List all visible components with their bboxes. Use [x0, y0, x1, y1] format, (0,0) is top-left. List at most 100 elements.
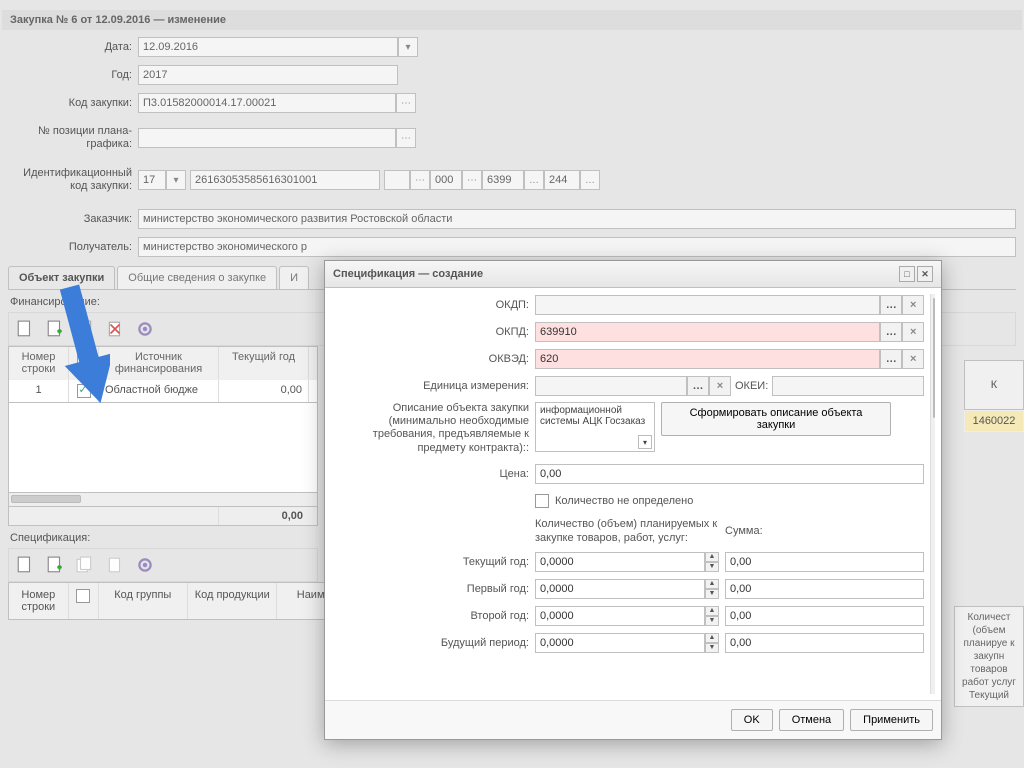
ellipsis-icon[interactable]: …	[880, 322, 902, 342]
spin-down-icon[interactable]: ▼	[705, 616, 719, 626]
add-icon[interactable]	[43, 553, 67, 577]
cell-current-year: 0,00	[219, 380, 309, 402]
settings-icon[interactable]	[133, 553, 157, 577]
input-ident4[interactable]	[482, 170, 524, 190]
label-year1: Первый год:	[325, 583, 535, 595]
cancel-button[interactable]: Отмена	[779, 709, 844, 731]
modal-title-bar[interactable]: Спецификация — создание □ ✕	[325, 261, 941, 288]
input-unit[interactable]	[535, 376, 687, 396]
input-okdp[interactable]	[535, 295, 880, 315]
settings-icon[interactable]	[133, 317, 157, 341]
spin-down-icon[interactable]: ▼	[705, 643, 719, 653]
ellipsis-icon[interactable]: …	[880, 295, 902, 315]
grid-header-source: Источник финансирования	[99, 347, 219, 379]
label-okei: ОКЕИ:	[731, 380, 772, 392]
ellipsis-icon[interactable]: …	[524, 170, 544, 190]
lookup-icon[interactable]: ⋯	[410, 170, 430, 190]
clear-icon[interactable]: ×	[902, 349, 924, 369]
input-ident3[interactable]	[430, 170, 462, 190]
ellipsis-icon[interactable]: …	[580, 170, 600, 190]
label-qty-planned: Количество (объем) планируемых к закупке…	[535, 517, 725, 546]
spin-up-icon[interactable]: ▲	[705, 552, 719, 562]
label-future: Будущий период:	[325, 637, 535, 649]
apply-button[interactable]: Применить	[850, 709, 933, 731]
input-ident5[interactable]	[544, 170, 580, 190]
dropdown-icon[interactable]: ▾	[166, 170, 186, 190]
spin-down-icon[interactable]: ▼	[705, 562, 719, 572]
tab-other[interactable]: И	[279, 266, 309, 289]
form-description-button[interactable]: Сформировать описание объекта закупки	[661, 402, 891, 436]
tab-general[interactable]: Общие сведения о закупке	[117, 266, 277, 289]
spin-down-icon[interactable]: ▼	[705, 589, 719, 599]
modal-footer: OK Отмена Применить	[325, 700, 941, 739]
specification-modal: Спецификация — создание □ ✕ ОКДП: … × ОК…	[324, 260, 942, 740]
lookup-icon[interactable]: ⋯	[396, 128, 416, 148]
label-purchase-code: Код закупки:	[8, 97, 138, 109]
spec-header-row-number: Номер строки	[9, 583, 69, 619]
label-qty-undefined: Количество не определено	[549, 495, 693, 507]
input-okpd[interactable]	[535, 322, 880, 342]
input-y1-sum[interactable]	[725, 579, 924, 599]
right-grid-slice: К 1460022	[964, 360, 1024, 432]
spin-up-icon[interactable]: ▲	[705, 606, 719, 616]
spin-up-icon[interactable]: ▲	[705, 633, 719, 643]
input-plan-position[interactable]	[138, 128, 396, 148]
spec-header-check	[69, 583, 99, 619]
label-okdp: ОКДП:	[325, 299, 535, 311]
window-title: Закупка № 6 от 12.09.2016 — изменение	[2, 10, 1022, 30]
input-price[interactable]	[535, 464, 924, 484]
clear-icon[interactable]: ×	[902, 322, 924, 342]
label-date: Дата:	[8, 41, 138, 53]
label-ident-code: Идентификационный код закупки:	[8, 167, 138, 193]
qty-undefined-checkbox[interactable]	[535, 494, 549, 508]
annotation-arrow	[30, 280, 110, 410]
dropdown-icon[interactable]: ▾	[638, 435, 652, 449]
date-picker-icon[interactable]: ▾	[398, 37, 418, 57]
copy-icon[interactable]	[73, 553, 97, 577]
input-okved[interactable]	[535, 349, 880, 369]
description-select[interactable]: информационной системы АЦК Госзаказ ▾	[535, 402, 655, 452]
input-y1-qty[interactable]	[535, 579, 705, 599]
input-date[interactable]	[138, 37, 398, 57]
modal-scrollbar[interactable]	[930, 294, 935, 694]
input-recipient[interactable]	[138, 237, 1016, 257]
ok-button[interactable]: OK	[731, 709, 773, 731]
label-price: Цена:	[325, 468, 535, 480]
input-ident2[interactable]	[190, 170, 380, 190]
label-recipient: Получатель:	[8, 241, 138, 253]
new-icon[interactable]	[13, 553, 37, 577]
label-description: Описание объекта закупки (минимально нео…	[325, 402, 535, 455]
input-okei[interactable]	[772, 376, 924, 396]
ellipsis-icon[interactable]: …	[687, 376, 709, 396]
input-cur-qty[interactable]	[535, 552, 705, 572]
input-ident-blank[interactable]	[384, 170, 410, 190]
spec-grid-header: Номер строки Код группы Код продукции На…	[8, 582, 358, 620]
input-year[interactable]	[138, 65, 398, 85]
modal-title-text: Спецификация — создание	[333, 268, 483, 280]
label-unit: Единица измерения:	[325, 380, 535, 392]
delete-icon[interactable]	[103, 553, 127, 577]
ellipsis-icon[interactable]: …	[880, 349, 902, 369]
spin-up-icon[interactable]: ▲	[705, 579, 719, 589]
grid-scrollbar[interactable]	[8, 493, 318, 507]
input-customer[interactable]	[138, 209, 1016, 229]
input-future-qty[interactable]	[535, 633, 705, 653]
maximize-icon[interactable]: □	[899, 266, 915, 282]
grid-header-current-year: Текущий год	[219, 347, 309, 379]
lookup-icon[interactable]: ⋯	[462, 170, 482, 190]
close-icon[interactable]: ✕	[917, 266, 933, 282]
label-sum: Сумма:	[725, 525, 785, 537]
label-okpd: ОКПД:	[325, 326, 535, 338]
input-y2-sum[interactable]	[725, 606, 924, 626]
right-grid-cell: 1460022	[964, 410, 1024, 432]
clear-icon[interactable]: ×	[709, 376, 731, 396]
clear-icon[interactable]: ×	[902, 295, 924, 315]
input-future-sum[interactable]	[725, 633, 924, 653]
lookup-icon[interactable]: ⋯	[396, 93, 416, 113]
label-current-year: Текущий год:	[325, 556, 535, 568]
right-grid-header: К	[964, 360, 1024, 410]
input-cur-sum[interactable]	[725, 552, 924, 572]
input-ident1[interactable]	[138, 170, 166, 190]
input-y2-qty[interactable]	[535, 606, 705, 626]
input-purchase-code[interactable]	[138, 93, 396, 113]
